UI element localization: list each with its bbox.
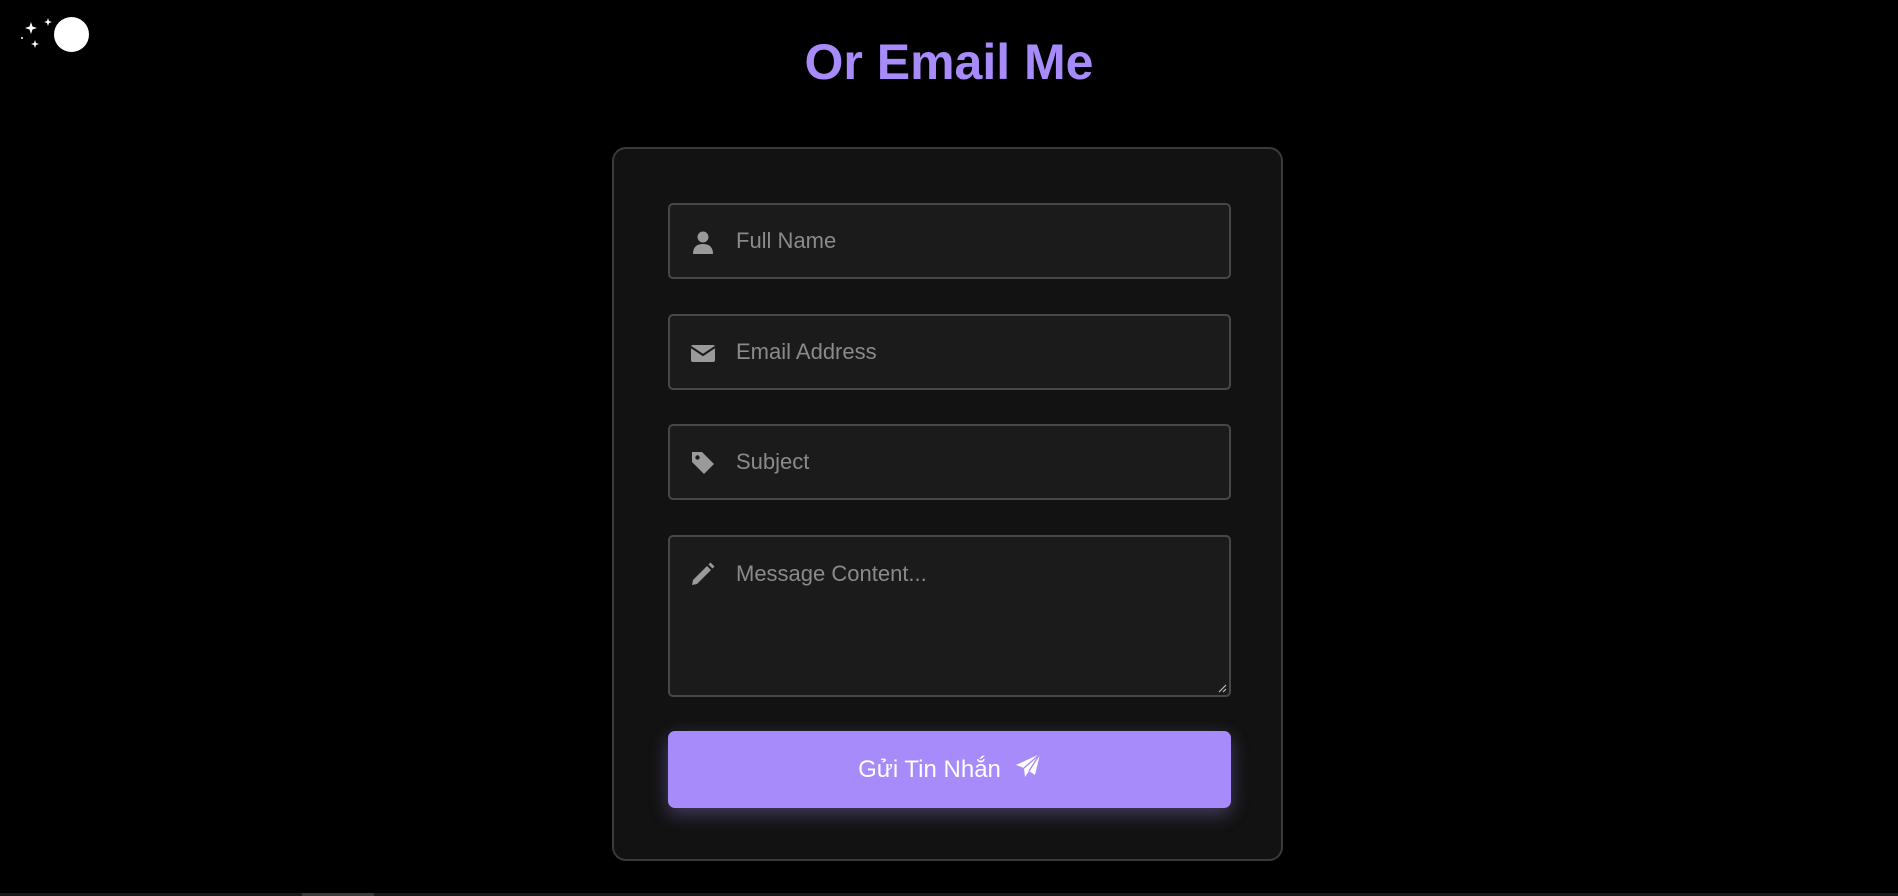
full-name-field [668, 203, 1231, 279]
resize-handle-icon[interactable] [1217, 683, 1227, 693]
subject-input[interactable] [736, 426, 1216, 498]
email-input[interactable] [736, 316, 1216, 388]
message-field [668, 535, 1231, 697]
contact-form-card: Gửi Tin Nhắn [612, 147, 1283, 861]
envelope-icon [690, 340, 716, 366]
paper-plane-icon [1015, 753, 1041, 786]
full-name-input[interactable] [736, 205, 1216, 277]
page-title: Or Email Me [804, 34, 1094, 90]
send-message-label: Gửi Tin Nhắn [858, 755, 1001, 783]
pencil-icon [690, 561, 716, 587]
message-textarea[interactable] [736, 561, 1216, 681]
subject-field [668, 424, 1231, 500]
user-icon [690, 229, 716, 255]
send-message-button[interactable]: Gửi Tin Nhắn [668, 731, 1231, 808]
tag-icon [690, 450, 716, 476]
email-field [668, 314, 1231, 390]
